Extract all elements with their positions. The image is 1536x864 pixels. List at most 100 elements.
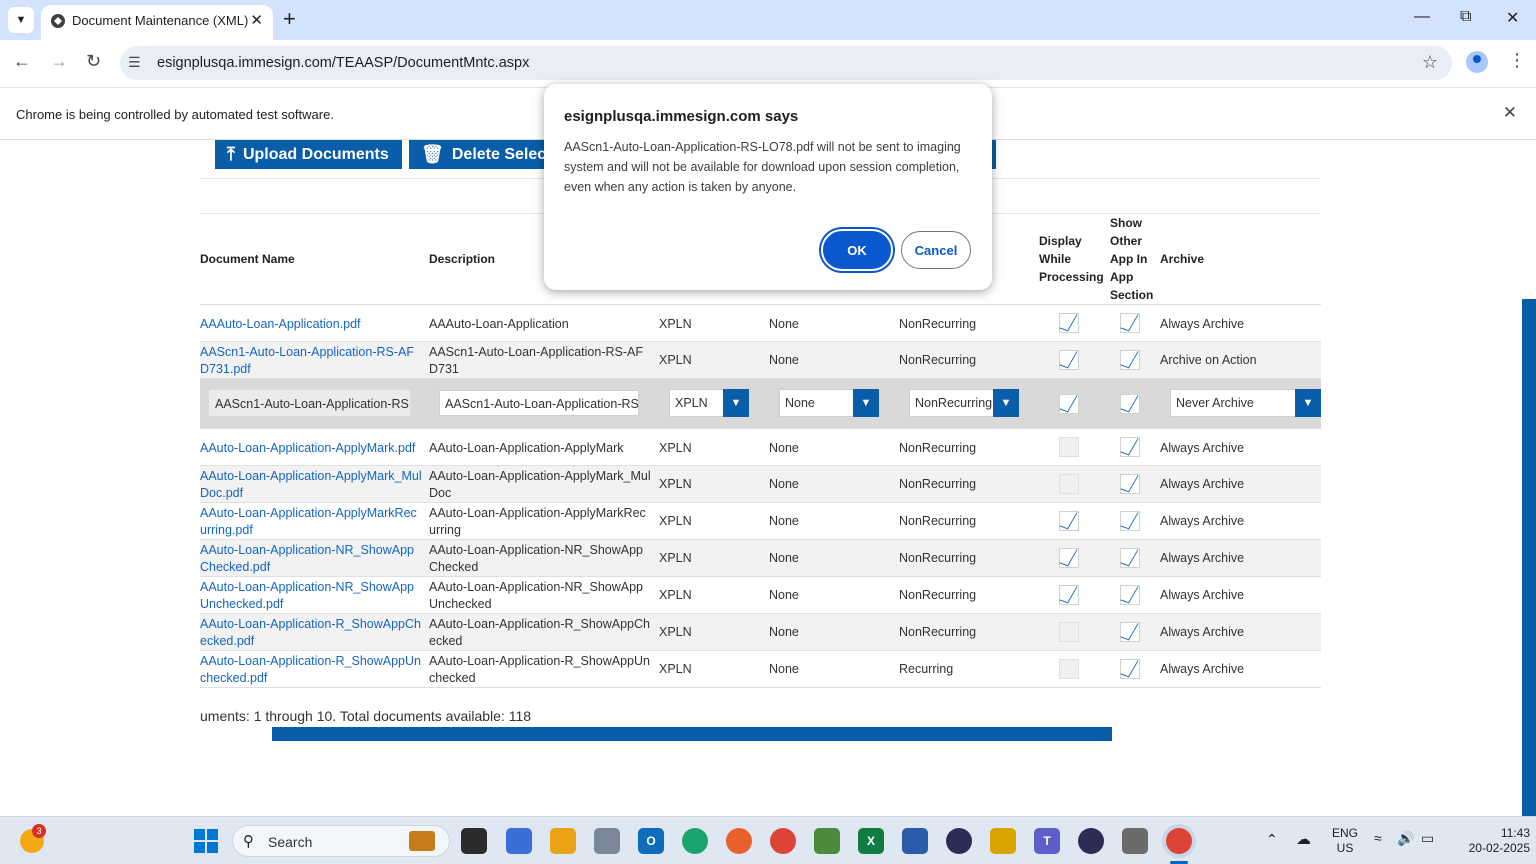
document-link[interactable]: AAuto-Loan-Application-NR_ShowAppUncheck… bbox=[200, 579, 422, 613]
show-app-checkbox[interactable] bbox=[1120, 313, 1140, 333]
header-description: Description bbox=[429, 252, 496, 266]
upload-documents-button[interactable]: ⤒ Upload Documents bbox=[215, 140, 402, 169]
document-link[interactable]: AAuto-Loan-Application-ApplyMarkRecurrin… bbox=[200, 505, 422, 539]
type-select[interactable]: XPLN ▼ bbox=[669, 389, 749, 417]
notepad-icon[interactable] bbox=[902, 828, 928, 854]
forward-arrow-icon[interactable]: → bbox=[50, 51, 68, 72]
page-scrollbar[interactable] bbox=[1522, 299, 1536, 816]
display-checkbox[interactable] bbox=[1059, 659, 1079, 679]
document-link[interactable]: AAAuto-Loan-Application.pdf bbox=[200, 316, 361, 333]
recipient-select-value: None bbox=[785, 396, 815, 410]
excel-icon[interactable]: X bbox=[858, 828, 884, 854]
taskbar-search[interactable]: ⚲ Search bbox=[232, 825, 450, 857]
tab-document-maintenance[interactable]: Document Maintenance (XML) ✕ bbox=[41, 5, 273, 40]
display-checkbox[interactable] bbox=[1059, 585, 1079, 605]
paint-icon[interactable] bbox=[1122, 828, 1148, 854]
document-link[interactable]: AAScn1-Auto-Loan-Application-RS-AFD731.p… bbox=[200, 344, 422, 378]
network-off-icon[interactable]: ☁ bbox=[1296, 830, 1311, 848]
chat-icon[interactable] bbox=[506, 828, 532, 854]
type-cell: XPLN bbox=[659, 551, 692, 565]
site-info-icon[interactable]: ☰ bbox=[128, 54, 141, 71]
new-tab-icon[interactable]: + bbox=[283, 6, 296, 32]
more-menu-icon[interactable]: ⋮ bbox=[1508, 50, 1526, 71]
infobar-close-icon[interactable]: ✕ bbox=[1503, 103, 1517, 123]
description-cell: AAuto-Loan-Application-R_ShowAppUnchecke… bbox=[429, 654, 650, 685]
reload-icon[interactable]: ↻ bbox=[86, 51, 101, 72]
document-link[interactable]: AAuto-Loan-Application-R_ShowAppChecked.… bbox=[200, 616, 422, 650]
edge-icon[interactable] bbox=[682, 828, 708, 854]
document-link[interactable]: AAuto-Loan-Application-ApplyMark_MulDoc.… bbox=[200, 468, 422, 502]
bookmark-star-icon[interactable]: ☆ bbox=[1422, 52, 1438, 73]
pager-bar[interactable] bbox=[272, 727, 1112, 741]
restore-icon[interactable]: ⧉ bbox=[1460, 8, 1471, 26]
show-app-checkbox[interactable] bbox=[1120, 659, 1140, 679]
document-link[interactable]: AAuto-Loan-Application-NR_ShowAppChecked… bbox=[200, 542, 422, 576]
battery-icon[interactable]: ▭ bbox=[1421, 830, 1434, 847]
show-app-checkbox[interactable] bbox=[1120, 548, 1140, 568]
image-editor-icon[interactable] bbox=[814, 828, 840, 854]
show-app-checkbox[interactable] bbox=[1120, 350, 1140, 370]
type-cell: XPLN bbox=[659, 441, 692, 455]
display-checkbox[interactable] bbox=[1059, 350, 1079, 370]
minimize-icon[interactable]: — bbox=[1414, 8, 1430, 26]
mail-icon[interactable] bbox=[594, 828, 620, 854]
profile-avatar-icon[interactable] bbox=[1466, 51, 1488, 73]
show-app-checkbox[interactable] bbox=[1120, 394, 1140, 414]
table-row: AAuto-Loan-Application-ApplyMarkRecurrin… bbox=[200, 503, 1321, 540]
start-windows-icon[interactable] bbox=[194, 829, 218, 853]
show-app-checkbox[interactable] bbox=[1120, 474, 1140, 494]
table-row: AAuto-Loan-Application-ApplyMark.pdf AAu… bbox=[200, 429, 1321, 466]
cancel-button[interactable]: Cancel bbox=[901, 231, 971, 269]
language-top: ENG bbox=[1331, 826, 1358, 840]
tab-search-chevron-icon[interactable]: ▼ bbox=[8, 7, 34, 33]
eclipse-2-icon[interactable] bbox=[1078, 828, 1104, 854]
archive-cell: Always Archive bbox=[1160, 441, 1245, 455]
chevron-down-icon[interactable]: ▼ bbox=[993, 389, 1019, 417]
show-app-checkbox[interactable] bbox=[1120, 437, 1140, 457]
chevron-down-icon[interactable]: ▼ bbox=[853, 389, 879, 417]
ok-button[interactable]: OK bbox=[821, 229, 893, 271]
display-checkbox[interactable] bbox=[1059, 313, 1079, 333]
document-link[interactable]: AAuto-Loan-Application-R_ShowAppUnchecke… bbox=[200, 653, 422, 687]
chevron-down-icon[interactable]: ▼ bbox=[1295, 389, 1321, 417]
display-checkbox[interactable] bbox=[1059, 511, 1079, 531]
tools-icon[interactable] bbox=[990, 828, 1016, 854]
upload-icon: ⤒ bbox=[227, 144, 235, 164]
clock[interactable]: 11:43 20-02-2025 bbox=[1450, 826, 1530, 856]
close-tab-icon[interactable]: ✕ bbox=[250, 11, 263, 29]
show-app-checkbox[interactable] bbox=[1120, 511, 1140, 531]
display-checkbox[interactable] bbox=[1059, 548, 1079, 568]
teams-icon[interactable]: T bbox=[1034, 828, 1060, 854]
recurrence-select[interactable]: NonRecurring ▼ bbox=[909, 389, 1019, 417]
display-checkbox[interactable] bbox=[1059, 474, 1079, 494]
volume-icon[interactable]: 🔊 bbox=[1397, 830, 1414, 847]
chrome-active-icon[interactable] bbox=[1166, 828, 1192, 854]
window-close-icon[interactable]: ✕ bbox=[1506, 8, 1519, 28]
description-field[interactable]: AAScn1-Auto-Loan-Application-RS- bbox=[439, 390, 639, 416]
show-app-checkbox[interactable] bbox=[1120, 585, 1140, 605]
task-view-icon[interactable] bbox=[461, 828, 487, 854]
outlook-icon[interactable]: O bbox=[638, 828, 664, 854]
firefox-icon[interactable] bbox=[726, 828, 752, 854]
address-bar[interactable]: ☰ esignplusqa.immesign.com/TEAASP/Docume… bbox=[120, 46, 1452, 80]
show-app-checkbox[interactable] bbox=[1120, 622, 1140, 642]
display-checkbox[interactable] bbox=[1059, 394, 1079, 414]
table-row: AAuto-Loan-Application-R_ShowAppUnchecke… bbox=[200, 651, 1321, 688]
display-checkbox[interactable] bbox=[1059, 437, 1079, 457]
recipient-select[interactable]: None ▼ bbox=[779, 389, 879, 417]
description-cell: AAuto-Loan-Application-R_ShowAppChecked bbox=[429, 617, 650, 648]
back-arrow-icon[interactable]: ← bbox=[13, 51, 31, 72]
wifi-icon[interactable]: ≈ bbox=[1374, 830, 1382, 846]
document-link[interactable]: AAuto-Loan-Application-ApplyMark.pdf bbox=[200, 440, 415, 457]
chevron-down-icon[interactable]: ▼ bbox=[723, 389, 749, 417]
archive-select[interactable]: Never Archive ▼ bbox=[1170, 389, 1321, 417]
recurrence-cell: NonRecurring bbox=[899, 588, 977, 602]
chevron-up-icon[interactable]: ⌃ bbox=[1266, 831, 1278, 848]
document-name-field[interactable]: AAScn1-Auto-Loan-Application-RS- bbox=[209, 390, 410, 416]
language-indicator[interactable]: ENG US bbox=[1330, 826, 1360, 856]
chrome-icon[interactable] bbox=[770, 828, 796, 854]
display-checkbox[interactable] bbox=[1059, 622, 1079, 642]
weather-badge: 3 bbox=[32, 824, 46, 838]
file-explorer-icon[interactable] bbox=[550, 828, 576, 854]
eclipse-icon[interactable] bbox=[946, 828, 972, 854]
